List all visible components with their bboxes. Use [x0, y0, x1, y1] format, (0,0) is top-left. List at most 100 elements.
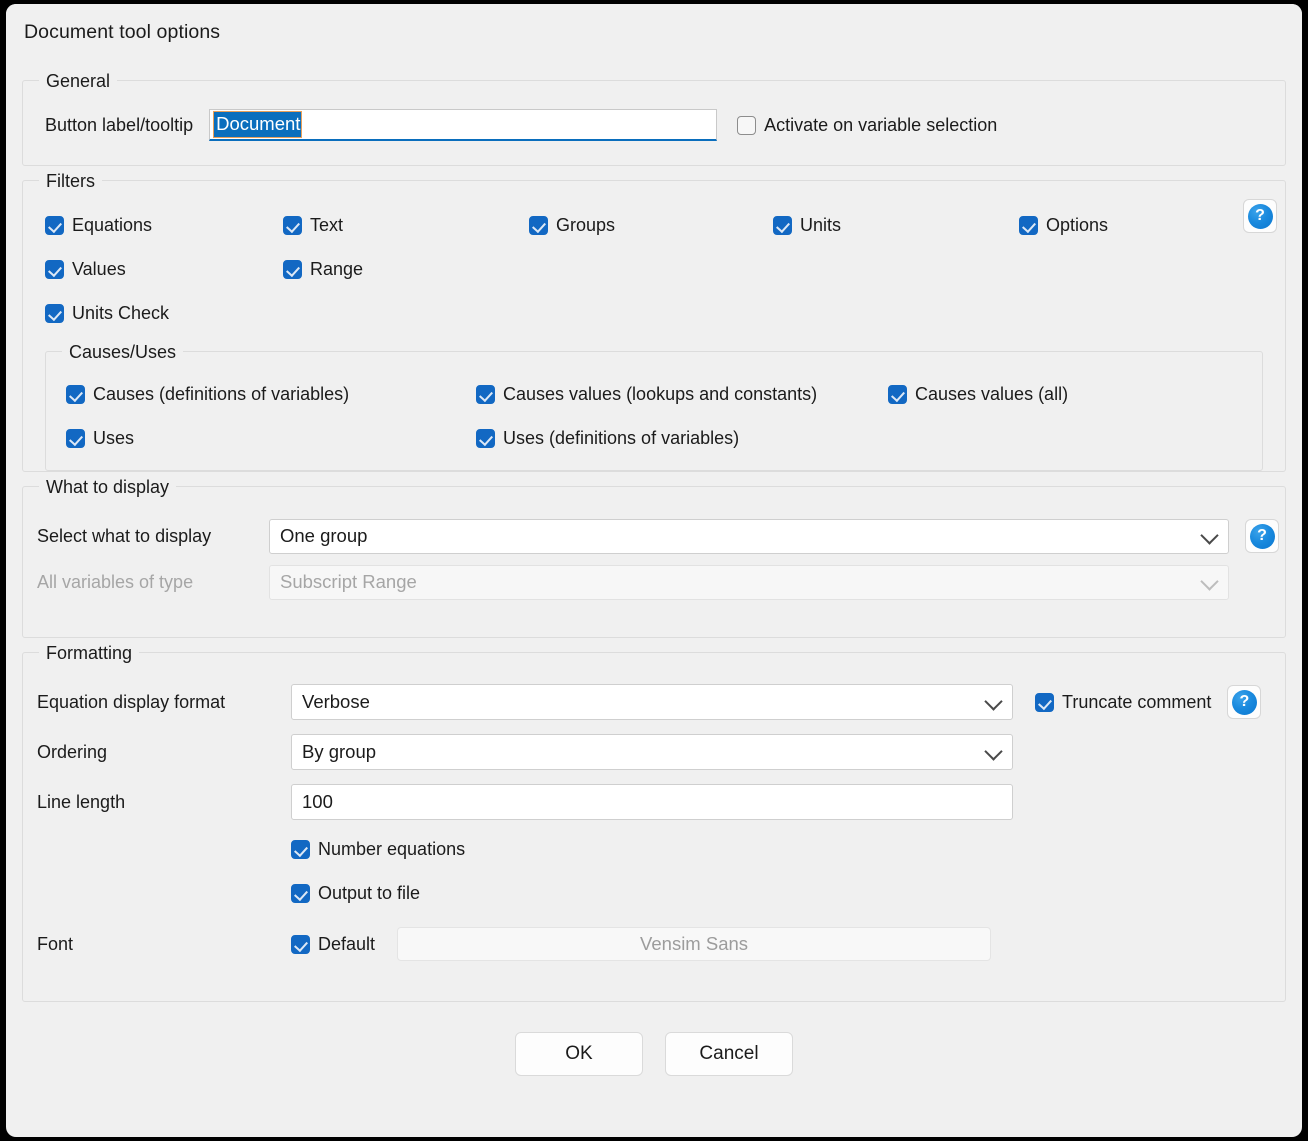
truncate-comment-checkbox[interactable]: Truncate comment [1035, 692, 1211, 713]
causes-checkbox-uses-definitions[interactable]: Uses (definitions of variables) [476, 428, 739, 449]
line-length-label: Line length [37, 792, 291, 813]
number-equations-checkbox[interactable]: Number equations [291, 839, 465, 860]
output-to-file-label: Output to file [318, 883, 420, 904]
checkbox-box-icon [529, 216, 548, 235]
checkbox-box-icon [773, 216, 792, 235]
checkbox-box-icon [283, 260, 302, 279]
causes-checkbox-definitions[interactable]: Causes (definitions of variables) [66, 384, 349, 405]
filters-body: ? Equations Text Groups [23, 181, 1285, 337]
ok-button[interactable]: OK [515, 1032, 643, 1076]
filters-row-2: Values Range [45, 249, 1285, 293]
filter-label-values: Values [72, 259, 126, 280]
line-length-input[interactable]: 100 [291, 784, 1013, 820]
ordering-label: Ordering [37, 742, 291, 763]
select-what-to-display-value: One group [280, 525, 367, 547]
general-group-title: General [39, 69, 117, 93]
causes-uses-group: Causes/Uses Causes (definitions of varia… [45, 351, 1263, 471]
formatting-group-title: Formatting [39, 641, 139, 665]
causes-label-values-all: Causes values (all) [915, 384, 1068, 405]
causes-uses-row-1: Causes (definitions of variables) Causes… [66, 374, 1262, 418]
causes-label-uses-definitions: Uses (definitions of variables) [503, 428, 739, 449]
checkbox-box-icon [1035, 693, 1054, 712]
font-label: Font [37, 934, 291, 955]
ordering-value: By group [302, 741, 376, 763]
checkbox-box-icon [737, 116, 756, 135]
filter-label-text: Text [310, 215, 343, 236]
equation-display-format-dropdown[interactable]: Verbose [291, 684, 1013, 720]
causes-label-definitions: Causes (definitions of variables) [93, 384, 349, 405]
line-length-value: 100 [302, 791, 333, 813]
filter-checkbox-range[interactable]: Range [283, 259, 363, 280]
chevron-down-icon [984, 742, 1002, 760]
activate-on-variable-selection-label: Activate on variable selection [764, 115, 997, 136]
dialog-titlebar: Document tool options [6, 4, 1302, 60]
filter-label-units: Units [800, 215, 841, 236]
checkbox-box-icon [283, 216, 302, 235]
all-variables-of-type-row: All variables of type Subscript Range [23, 559, 1285, 605]
output-to-file-row: Output to file [23, 871, 1285, 915]
formatting-group: Formatting Equation display format Verbo… [22, 652, 1286, 1002]
help-icon: ? [1248, 204, 1273, 229]
filter-label-units-check: Units Check [72, 303, 169, 324]
truncate-comment-label: Truncate comment [1062, 692, 1211, 713]
filter-checkbox-units[interactable]: Units [773, 215, 841, 236]
font-default-checkbox[interactable]: Default [291, 934, 375, 955]
document-tool-options-dialog: Document tool options General Button lab… [6, 4, 1302, 1137]
equation-display-format-value: Verbose [302, 691, 370, 713]
help-icon: ? [1250, 524, 1275, 549]
filter-label-equations: Equations [72, 215, 152, 236]
truncate-comment-wrap: Truncate comment ? [1035, 685, 1261, 719]
filter-checkbox-groups[interactable]: Groups [529, 215, 615, 236]
filter-checkbox-units-check[interactable]: Units Check [45, 303, 169, 324]
filter-checkbox-values[interactable]: Values [45, 259, 126, 280]
checkbox-box-icon [291, 935, 310, 954]
font-picker-button: Vensim Sans [397, 927, 991, 961]
filters-row-3: Units Check [45, 293, 1285, 337]
font-default-label: Default [318, 934, 375, 955]
button-label-input[interactable]: Document [209, 109, 717, 141]
chevron-down-icon [1200, 526, 1218, 544]
causes-checkbox-values-lookups[interactable]: Causes values (lookups and constants) [476, 384, 817, 405]
dialog-title: Document tool options [24, 21, 220, 44]
checkbox-box-icon [66, 385, 85, 404]
checkbox-box-icon [291, 840, 310, 859]
what-to-display-help-button[interactable]: ? [1245, 519, 1279, 553]
line-length-row: Line length 100 [23, 777, 1285, 827]
font-name-value: Vensim Sans [640, 933, 748, 955]
what-to-display-group: What to display Select what to display O… [22, 486, 1286, 638]
checkbox-box-icon [45, 216, 64, 235]
all-variables-of-type-label: All variables of type [37, 572, 269, 593]
dialog-content: General Button label/tooltip Document Ac… [6, 80, 1302, 1076]
checkbox-box-icon [1019, 216, 1038, 235]
checkbox-box-icon [291, 884, 310, 903]
output-to-file-checkbox[interactable]: Output to file [291, 883, 420, 904]
causes-uses-body: Causes (definitions of variables) Causes… [46, 352, 1262, 462]
causes-checkbox-uses[interactable]: Uses [66, 428, 134, 449]
formatting-help-button[interactable]: ? [1227, 685, 1261, 719]
select-what-to-display-dropdown[interactable]: One group [269, 519, 1229, 554]
checkbox-box-icon [45, 304, 64, 323]
ordering-dropdown[interactable]: By group [291, 734, 1013, 770]
filters-row-1: Equations Text Groups Units [45, 205, 1285, 249]
number-equations-label: Number equations [318, 839, 465, 860]
ordering-row: Ordering By group [23, 727, 1285, 777]
checkbox-box-icon [476, 429, 495, 448]
filter-checkbox-text[interactable]: Text [283, 215, 343, 236]
cancel-button[interactable]: Cancel [665, 1032, 793, 1076]
causes-uses-group-title: Causes/Uses [62, 340, 183, 364]
button-label-input-value: Document [214, 112, 301, 137]
what-to-display-group-title: What to display [39, 475, 176, 499]
causes-checkbox-values-all[interactable]: Causes values (all) [888, 384, 1068, 405]
checkbox-box-icon [888, 385, 907, 404]
select-what-to-display-label: Select what to display [37, 526, 269, 547]
chevron-down-icon [984, 692, 1002, 710]
general-group: General Button label/tooltip Document Ac… [22, 80, 1286, 166]
checkbox-box-icon [45, 260, 64, 279]
equation-display-format-label: Equation display format [37, 692, 291, 713]
activate-on-variable-selection-checkbox[interactable]: Activate on variable selection [737, 115, 997, 136]
filter-label-range: Range [310, 259, 363, 280]
filter-checkbox-equations[interactable]: Equations [45, 215, 152, 236]
filters-group: Filters ? Equations Text [22, 180, 1286, 472]
filters-help-button[interactable]: ? [1243, 199, 1277, 233]
filter-checkbox-options[interactable]: Options [1019, 215, 1108, 236]
